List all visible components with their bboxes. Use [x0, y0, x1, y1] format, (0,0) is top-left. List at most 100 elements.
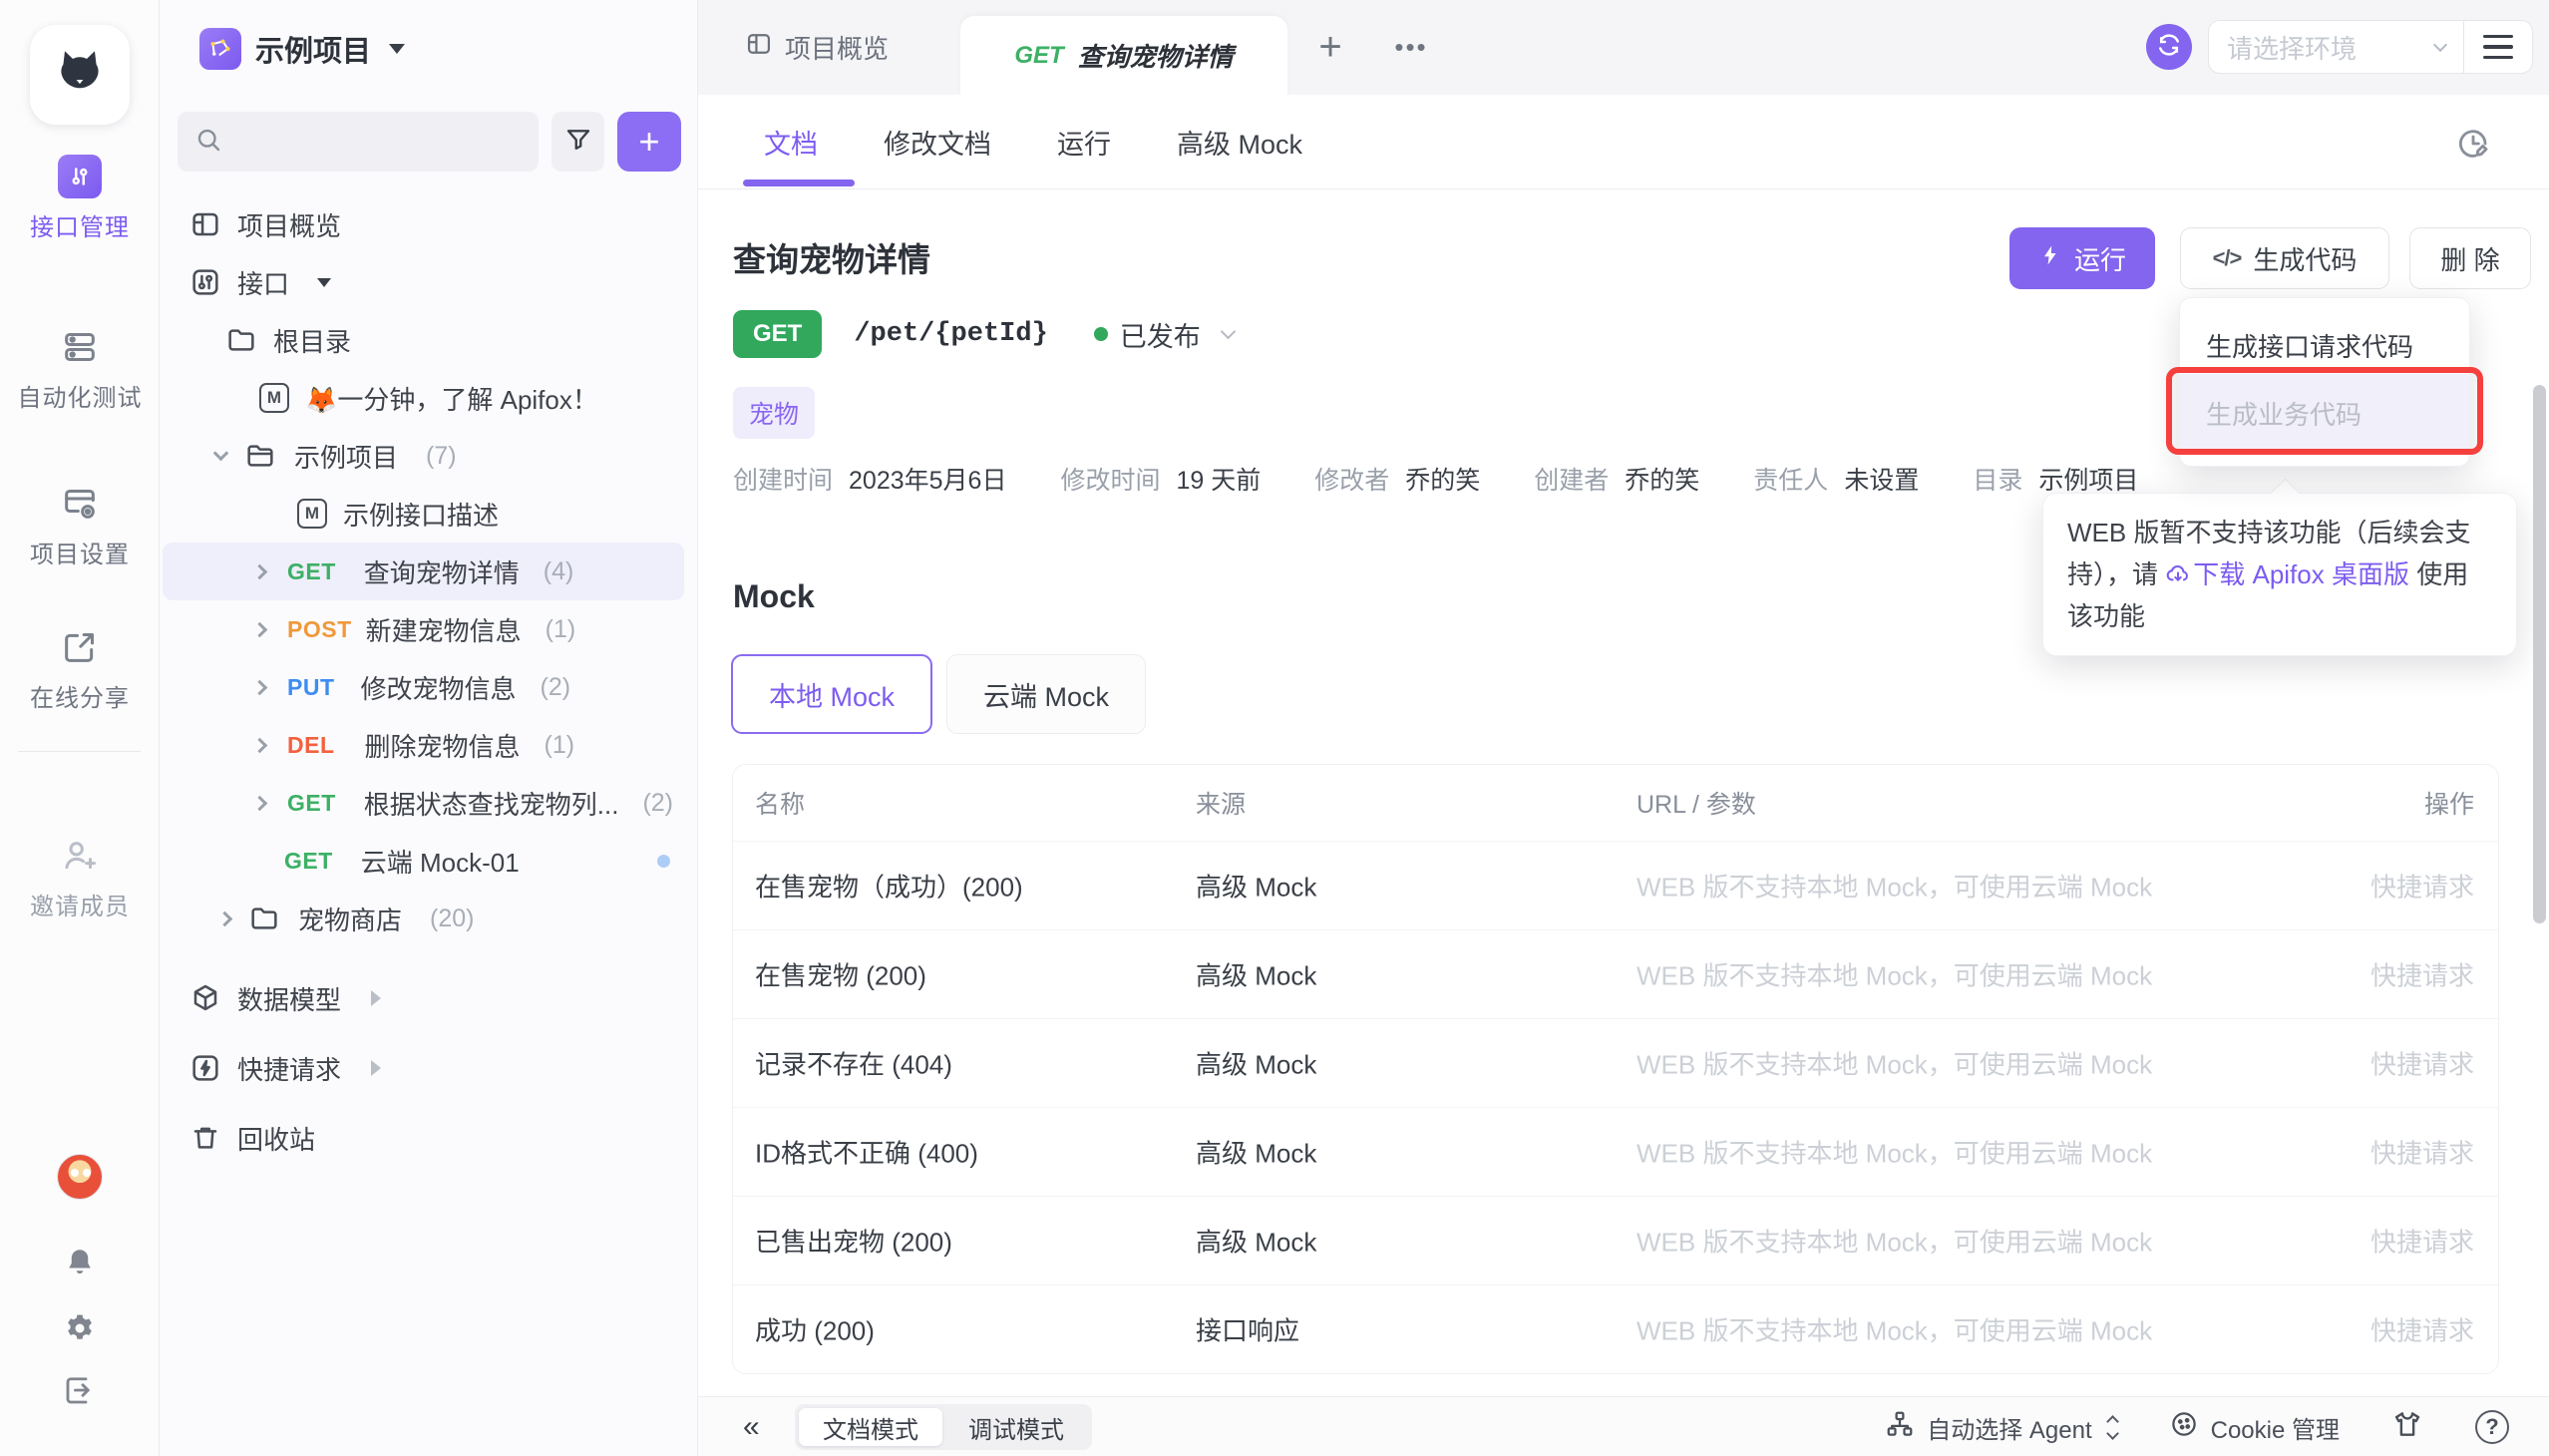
- tag-pill[interactable]: 宠物: [733, 387, 815, 439]
- menu-item-generate-request-code[interactable]: 生成接口请求代码: [2180, 316, 2469, 374]
- filter-button[interactable]: [551, 112, 604, 172]
- tree-api-get-pet-detail[interactable]: GET 查询宠物详情 (4): [163, 543, 684, 600]
- notifications-button[interactable]: [56, 1241, 104, 1288]
- folder-icon: [248, 903, 280, 934]
- sidebar-item-recycle-bin[interactable]: 回收站: [160, 1103, 698, 1173]
- quick-request-link[interactable]: 快捷请求: [2370, 956, 2474, 993]
- method-badge: GET: [733, 310, 822, 358]
- sidebar-item-quick-requests[interactable]: 快捷请求: [160, 1033, 698, 1103]
- table-row[interactable]: 已售出宠物 (200) 高级 Mock WEB 版不支持本地 Mock，可使用云…: [733, 1196, 2498, 1284]
- tree-doc-example-desc[interactable]: M 示例接口描述: [160, 485, 698, 543]
- tree-api-get-cloud-mock[interactable]: GET 云端 Mock-01: [160, 832, 698, 890]
- meta-modifier: 修改者乔的笑: [1314, 461, 1480, 497]
- download-desktop-link[interactable]: 下载 Apifox 桌面版: [2165, 559, 2409, 589]
- tab-active-api[interactable]: GET 查询宠物详情: [960, 16, 1287, 95]
- chevron-right-icon: [252, 795, 268, 811]
- rail-item-label: 邀请成员: [30, 887, 130, 921]
- quick-request-link[interactable]: 快捷请求: [2370, 1223, 2474, 1260]
- tree-count: (1): [545, 731, 575, 760]
- tree-label: 查询宠物详情: [364, 553, 520, 590]
- sidebar-item-data-models[interactable]: 数据模型: [160, 963, 698, 1033]
- quick-request-link[interactable]: 快捷请求: [2370, 1134, 2474, 1171]
- mode-doc[interactable]: 文档模式: [799, 1408, 942, 1446]
- markdown-icon: M: [259, 383, 289, 413]
- mode-debug[interactable]: 调试模式: [944, 1408, 1088, 1446]
- export-button[interactable]: [56, 1368, 104, 1416]
- agent-selector[interactable]: 自动选择 Agent: [1885, 1409, 2116, 1446]
- cookie-icon: [2169, 1409, 2199, 1446]
- api-doc-content: 查询宠物详情 运行 </> 生成代码 删 除 GET /pet/{petId} …: [698, 189, 2549, 1396]
- tab-run[interactable]: 运行: [1057, 123, 1111, 162]
- vertical-scrollbar[interactable]: [2533, 385, 2546, 923]
- meta-owner: 责任人未设置: [1753, 461, 1919, 497]
- more-icon: •••: [1394, 32, 1427, 63]
- help-button[interactable]: ?: [2475, 1410, 2509, 1444]
- page-title: 查询宠物详情: [733, 233, 930, 281]
- rail-item-label: 项目设置: [30, 535, 130, 569]
- bottom-bar-right: 自动选择 Agent Cookie 管理 ?: [1885, 1397, 2509, 1456]
- tree-api-get-find-by-status[interactable]: GET 根据状态查找宠物列... (2): [160, 774, 698, 832]
- chevron-right-icon: [252, 737, 268, 753]
- search-input[interactable]: [178, 112, 539, 172]
- tab-advanced-mock[interactable]: 高级 Mock: [1177, 123, 1302, 162]
- endpoint-path: /pet/{petId}: [854, 319, 1047, 349]
- run-button[interactable]: 运行: [2009, 227, 2155, 289]
- rail-item-automated-testing[interactable]: 自动化测试: [0, 325, 160, 413]
- cookie-manager[interactable]: Cookie 管理: [2169, 1409, 2340, 1446]
- code-icon: </>: [2213, 245, 2242, 271]
- tree-folder-root[interactable]: 根目录: [160, 311, 698, 369]
- tree-folder-pet-store[interactable]: 宠物商店 (20): [160, 890, 698, 947]
- delete-button[interactable]: 删 除: [2409, 227, 2531, 289]
- toggle-local-mock[interactable]: 本地 Mock: [731, 654, 932, 734]
- menu-button[interactable]: [2464, 21, 2532, 73]
- tab-doc[interactable]: 文档: [764, 123, 818, 162]
- menu-item-generate-business-code[interactable]: 生成业务代码: [2180, 374, 2469, 452]
- quick-request-link[interactable]: 快捷请求: [2370, 868, 2474, 905]
- tree-api-del-delete-pet[interactable]: DEL 删除宠物信息 (1): [160, 716, 698, 774]
- history-button[interactable]: [2453, 124, 2493, 169]
- tab-edit-doc[interactable]: 修改文档: [884, 123, 991, 162]
- generate-code-button[interactable]: </> 生成代码: [2180, 227, 2389, 289]
- meta-created-time: 创建时间2023年5月6日: [733, 461, 1006, 497]
- rail-item-online-share[interactable]: 在线分享: [0, 625, 160, 713]
- web-unsupported-tooltip: WEB 版暂不支持该功能（后续会支持），请 下载 Apifox 桌面版 使用该功…: [2042, 493, 2517, 656]
- new-tab-button[interactable]: +: [1300, 0, 1360, 95]
- tree-folder-example[interactable]: 示例项目 (7): [160, 427, 698, 485]
- app-logo[interactable]: [30, 25, 130, 125]
- tab-more-button[interactable]: •••: [1376, 0, 1446, 95]
- tree-api-put-update-pet[interactable]: PUT 修改宠物信息 (2): [160, 658, 698, 716]
- rail-item-label: 在线分享: [30, 678, 130, 713]
- tree-doc-one-minute[interactable]: M 🦊一分钟，了解 Apifox！: [160, 369, 698, 427]
- chevron-down-icon[interactable]: [1221, 323, 1237, 339]
- table-row[interactable]: 在售宠物 (200) 高级 Mock WEB 版不支持本地 Mock，可使用云端…: [733, 929, 2498, 1018]
- collapse-sidebar-button[interactable]: «: [743, 1397, 760, 1456]
- table-row[interactable]: ID格式不正确 (400) 高级 Mock WEB 版不支持本地 Mock，可使…: [733, 1107, 2498, 1196]
- tree-label: 修改宠物信息: [361, 669, 517, 706]
- theme-button[interactable]: [2391, 1408, 2423, 1447]
- environment-group: 请选择环境: [2208, 20, 2533, 74]
- quick-request-link[interactable]: 快捷请求: [2370, 1311, 2474, 1348]
- mock-source: 高级 Mock: [1196, 1045, 1316, 1082]
- sync-button[interactable]: [2146, 24, 2192, 70]
- user-avatar[interactable]: [57, 1154, 103, 1200]
- toggle-cloud-mock[interactable]: 云端 Mock: [946, 654, 1146, 734]
- add-button[interactable]: +: [617, 112, 681, 172]
- table-row[interactable]: 成功 (200) 接口响应 WEB 版不支持本地 Mock，可使用云端 Mock…: [733, 1284, 2498, 1373]
- sidebar-item-project-overview[interactable]: 项目概览: [160, 195, 698, 253]
- tree-label: 删除宠物信息: [365, 727, 521, 764]
- tree-api-post-create-pet[interactable]: POST 新建宠物信息 (1): [160, 600, 698, 658]
- quick-request-link[interactable]: 快捷请求: [2370, 1045, 2474, 1082]
- sidebar-section-apis[interactable]: 接口: [160, 253, 698, 311]
- table-row[interactable]: 记录不存在 (404) 高级 Mock WEB 版不支持本地 Mock，可使用云…: [733, 1018, 2498, 1107]
- tab-project-overview[interactable]: 项目概览: [745, 0, 889, 95]
- rail-item-project-settings[interactable]: 项目设置: [0, 482, 160, 569]
- environment-select[interactable]: 请选择环境: [2209, 21, 2463, 73]
- settings-button[interactable]: [56, 1306, 104, 1354]
- table-row[interactable]: 在售宠物（成功）(200) 高级 Mock WEB 版不支持本地 Mock，可使…: [733, 841, 2498, 929]
- rail-item-invite-members[interactable]: 邀请成员: [0, 834, 160, 921]
- rail-item-api-management[interactable]: 接口管理: [0, 155, 160, 242]
- method-badge: POST: [287, 616, 352, 643]
- mock-name: ID格式不正确 (400): [755, 1134, 978, 1171]
- bolt-square-icon: [189, 1052, 221, 1084]
- project-switcher[interactable]: 示例项目: [199, 28, 405, 70]
